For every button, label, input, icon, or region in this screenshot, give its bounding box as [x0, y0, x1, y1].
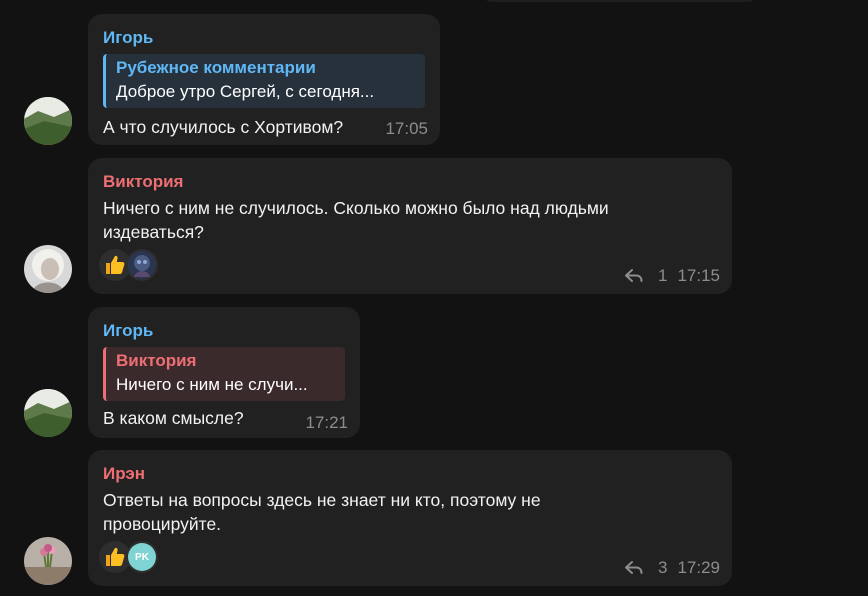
message-bubble[interactable]: Ирэн Ответы на вопросы здесь не знает ни…: [88, 450, 732, 586]
landscape-avatar-image: [24, 97, 72, 145]
message-text: Ничего с ним не случилось. Сколько можно…: [103, 196, 718, 244]
reactions-bar[interactable]: PK: [99, 541, 158, 573]
reactor-initials: PK: [128, 543, 156, 571]
reply-quote-text: Ничего с ним не случи...: [116, 375, 308, 394]
message-time: 17:21: [305, 413, 348, 432]
sender-name[interactable]: Игорь: [103, 26, 426, 50]
reply-count: 1: [657, 266, 668, 285]
reply-quote[interactable]: Виктория Ничего с ним не случи...: [103, 347, 345, 401]
sender-name[interactable]: Ирэн: [103, 462, 718, 486]
reactor-initials-avatar[interactable]: PK: [126, 541, 158, 573]
reply-arrow-icon: [624, 269, 643, 282]
message-meta: 17:05: [385, 119, 428, 139]
reactor-avatar-image: [128, 251, 156, 279]
message-time: 17:29: [677, 558, 720, 577]
flowers-avatar-image: [24, 537, 72, 585]
reactor-avatar[interactable]: [126, 249, 158, 281]
message-text-line: Ничего с ним не случилось. Сколько можно…: [103, 198, 609, 218]
message-bubble[interactable]: Игорь Рубежное комментарии Доброе утро С…: [88, 14, 440, 145]
message-bubble[interactable]: Игорь Виктория Ничего с ним не случи... …: [88, 307, 360, 438]
message-bubble[interactable]: Виктория Ничего с ним не случилось. Скол…: [88, 158, 732, 294]
reply-quote[interactable]: Рубежное комментарии Доброе утро Сергей,…: [103, 54, 425, 108]
reactions-bar[interactable]: [99, 249, 158, 281]
thumbs-up-emoji-icon: [106, 547, 125, 566]
avatar-igor[interactable]: [24, 389, 72, 437]
message-time: 17:05: [385, 119, 428, 138]
message-text-line: Ответы на вопросы здесь не знает ни кто,…: [103, 490, 541, 510]
reply-quote-name: Рубежное комментарии: [116, 58, 316, 77]
reply-quote-text: Доброе утро Сергей, с сегодня...: [116, 82, 375, 101]
avatar-viktoria[interactable]: [24, 245, 72, 293]
previous-message-edge: [482, 0, 758, 2]
message-text: А что случилось с Хортивом?: [103, 117, 344, 137]
message-meta: 3 17:29: [624, 558, 720, 578]
replies-link[interactable]: 3: [624, 558, 667, 578]
message-time: 17:15: [677, 266, 720, 285]
message-meta: 1 17:15: [624, 266, 720, 286]
thumbs-up-emoji-icon: [106, 255, 125, 274]
message-text: Ответы на вопросы здесь не знает ни кто,…: [103, 488, 718, 536]
sender-name[interactable]: Игорь: [103, 319, 346, 343]
landscape-avatar-image: [24, 389, 72, 437]
message-text-line: провоцируйте.: [103, 514, 222, 534]
reply-quote-name: Виктория: [116, 351, 197, 370]
avatar-iren[interactable]: [24, 537, 72, 585]
message-meta: 17:21: [305, 413, 348, 433]
portrait-avatar-image: [24, 245, 72, 293]
message-text-line: издеваться?: [103, 222, 204, 242]
sender-name[interactable]: Виктория: [103, 170, 718, 194]
reply-count: 3: [657, 558, 668, 577]
reply-arrow-icon: [624, 561, 643, 574]
replies-link[interactable]: 1: [624, 266, 667, 286]
avatar-igor[interactable]: [24, 97, 72, 145]
